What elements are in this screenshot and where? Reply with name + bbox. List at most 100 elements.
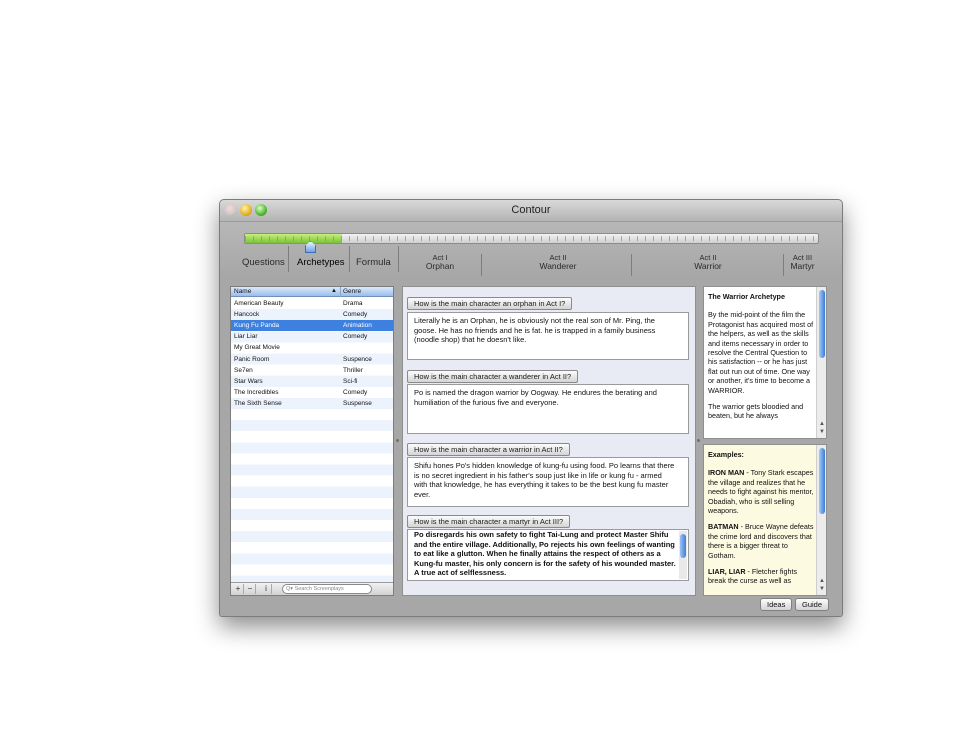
table-row[interactable]: Hancock Comedy xyxy=(231,309,393,320)
app-window: Contour Questions Archetypes Formula Act… xyxy=(219,199,843,617)
table-row[interactable]: The Sixth Sense Suspense xyxy=(231,398,393,409)
scroll-thumb[interactable] xyxy=(819,448,825,514)
info-button[interactable]: i xyxy=(261,584,272,594)
cell-genre: Sci-fi xyxy=(343,377,358,385)
divider xyxy=(783,254,784,276)
example-title: LIAR, LIAR xyxy=(708,567,746,577)
question-orphan-button[interactable]: How is the main character an orphan in A… xyxy=(407,297,573,310)
examples-heading: Examples: xyxy=(708,450,744,459)
question-wanderer-button[interactable]: How is the main character a wanderer in … xyxy=(407,370,579,383)
act-warrior: Act II Warrior xyxy=(633,254,783,271)
screenplay-list: Name ▲ Genre American Beauty Drama Hancoc… xyxy=(230,286,394,596)
act-labels: Act I Orphan Act II Wanderer Act II Warr… xyxy=(400,254,820,276)
archetype-paragraph: The warrior gets bloodied and beaten, bu… xyxy=(708,402,804,421)
cell-genre: Comedy xyxy=(343,388,368,396)
remove-screenplay-button[interactable]: − xyxy=(245,584,256,594)
sort-ascending-icon: ▲ xyxy=(331,288,337,294)
example-title: BATMAN xyxy=(708,522,739,532)
add-screenplay-button[interactable]: + xyxy=(233,584,244,594)
splitter-handle[interactable] xyxy=(396,439,399,442)
cell-genre: Comedy xyxy=(343,333,368,341)
cell-genre: Suspense xyxy=(343,399,372,407)
cell-name: My Great Movie xyxy=(234,344,280,352)
act-name: Orphan xyxy=(425,261,455,271)
cell-name: Panic Room xyxy=(234,355,270,363)
list-header: Name ▲ Genre xyxy=(231,287,393,297)
divider xyxy=(349,246,350,272)
scroll-thumb[interactable] xyxy=(680,534,686,558)
act-orphan: Act I Orphan xyxy=(400,254,480,271)
cell-name: Star Wars xyxy=(234,377,263,385)
answer-warrior-field[interactable]: Shifu hones Po's hidden knowledge of kun… xyxy=(407,457,689,507)
window-title: Contour xyxy=(511,204,551,216)
answer-orphan-field[interactable]: Literally he is an Orphan, he is obvious… xyxy=(407,312,689,360)
examples-text: Examples: IRON MAN - Tony Stark escapes … xyxy=(708,450,814,593)
cell-name: Hancock xyxy=(234,311,260,319)
cell-genre: Drama xyxy=(343,300,363,307)
answer-wanderer-field[interactable]: Po is named the dragon warrior by Oogway… xyxy=(407,384,689,434)
examples-panel: Examples: IRON MAN - Tony Stark escapes … xyxy=(703,444,827,596)
question-warrior-button[interactable]: How is the main character a warrior in A… xyxy=(407,443,570,456)
act-wanderer: Act II Wanderer xyxy=(483,254,633,271)
cell-name: Se7en xyxy=(234,366,253,374)
act-name: Martyr xyxy=(790,261,815,271)
timeline-ticks xyxy=(245,236,818,241)
table-row[interactable]: My Great Movie xyxy=(231,342,393,353)
question-martyr-button[interactable]: How is the main character a martyr in Ac… xyxy=(407,515,571,528)
answer-scrollbar[interactable] xyxy=(679,531,687,579)
example-item: BATMAN - Bruce Wayne defeats the crime l… xyxy=(708,522,814,560)
examples-scrollbar[interactable]: ▲ ▼ xyxy=(816,445,826,595)
timeline-track[interactable] xyxy=(244,233,819,244)
cell-name: American Beauty xyxy=(234,300,284,307)
cell-genre: Suspence xyxy=(343,355,372,363)
splitter-handle[interactable] xyxy=(697,439,700,442)
list-rows: American Beauty Drama Hancock Comedy Kung … xyxy=(231,298,393,583)
tab-archetypes[interactable]: Archetypes xyxy=(297,257,345,268)
table-row[interactable]: Panic Room Suspence xyxy=(231,354,393,365)
table-row[interactable]: The Incredibles Comedy xyxy=(231,387,393,398)
column-divider xyxy=(340,287,341,297)
cell-genre: Animation xyxy=(343,322,372,330)
act-martyr: Act III Martyr xyxy=(785,254,820,271)
answer-martyr-field[interactable]: Po disregards his own safety to fight Ta… xyxy=(407,529,689,581)
archetype-text: The Warrior Archetype By the mid-point o… xyxy=(708,292,814,428)
column-header-name[interactable]: Name xyxy=(234,288,251,295)
divider xyxy=(288,246,289,272)
ideas-button[interactable]: Ideas xyxy=(760,598,793,611)
scroll-up-arrow-icon[interactable]: ▲ xyxy=(818,421,826,427)
table-row-selected[interactable]: Kung Fu Panda Animation xyxy=(231,320,393,332)
table-row[interactable]: Se7en Thriller xyxy=(231,365,393,376)
table-row[interactable]: Liar Liar Comedy xyxy=(231,331,393,342)
scroll-down-arrow-icon[interactable]: ▼ xyxy=(818,586,826,592)
cell-name: The Sixth Sense xyxy=(234,399,282,407)
divider xyxy=(481,254,482,276)
tab-questions[interactable]: Questions xyxy=(242,257,285,268)
cell-genre: Comedy xyxy=(343,311,368,319)
archetype-scrollbar[interactable]: ▲ ▼ xyxy=(816,287,826,438)
list-footer: + − i Q▾ Search Screenplays xyxy=(231,582,393,595)
answer-martyr-text: Po disregards his own safety to fight Ta… xyxy=(414,530,676,578)
cell-genre: Thriller xyxy=(343,366,363,374)
act-name: Warrior xyxy=(694,261,722,271)
tab-formula[interactable]: Formula xyxy=(356,257,391,268)
archetype-heading: The Warrior Archetype xyxy=(708,292,785,301)
cell-name: The Incredibles xyxy=(234,388,279,396)
scroll-down-arrow-icon[interactable]: ▼ xyxy=(818,429,826,435)
search-screenplays-input[interactable]: Q▾ Search Screenplays xyxy=(282,584,372,594)
column-header-genre[interactable]: Genre xyxy=(343,288,361,295)
scroll-up-arrow-icon[interactable]: ▲ xyxy=(818,578,826,584)
table-row[interactable]: American Beauty Drama xyxy=(231,298,393,309)
archetype-panel: The Warrior Archetype By the mid-point o… xyxy=(703,286,827,439)
cell-name: Liar Liar xyxy=(234,333,258,341)
guide-button[interactable]: Guide xyxy=(795,598,830,611)
scroll-thumb[interactable] xyxy=(819,290,825,358)
example-item: LIAR, LIAR - Fletcher fights break the c… xyxy=(708,567,814,586)
table-row[interactable]: Star Wars Sci-fi xyxy=(231,376,393,387)
main-content: Name ▲ Genre American Beauty Drama Hancoc… xyxy=(220,277,842,616)
questions-panel: How is the main character an orphan in A… xyxy=(402,286,696,596)
cell-name: Kung Fu Panda xyxy=(234,322,280,330)
act-name: Wanderer xyxy=(539,261,577,271)
example-title: IRON MAN xyxy=(708,468,745,478)
example-item: IRON MAN - Tony Stark escapes the villag… xyxy=(708,468,814,515)
divider xyxy=(398,246,399,272)
